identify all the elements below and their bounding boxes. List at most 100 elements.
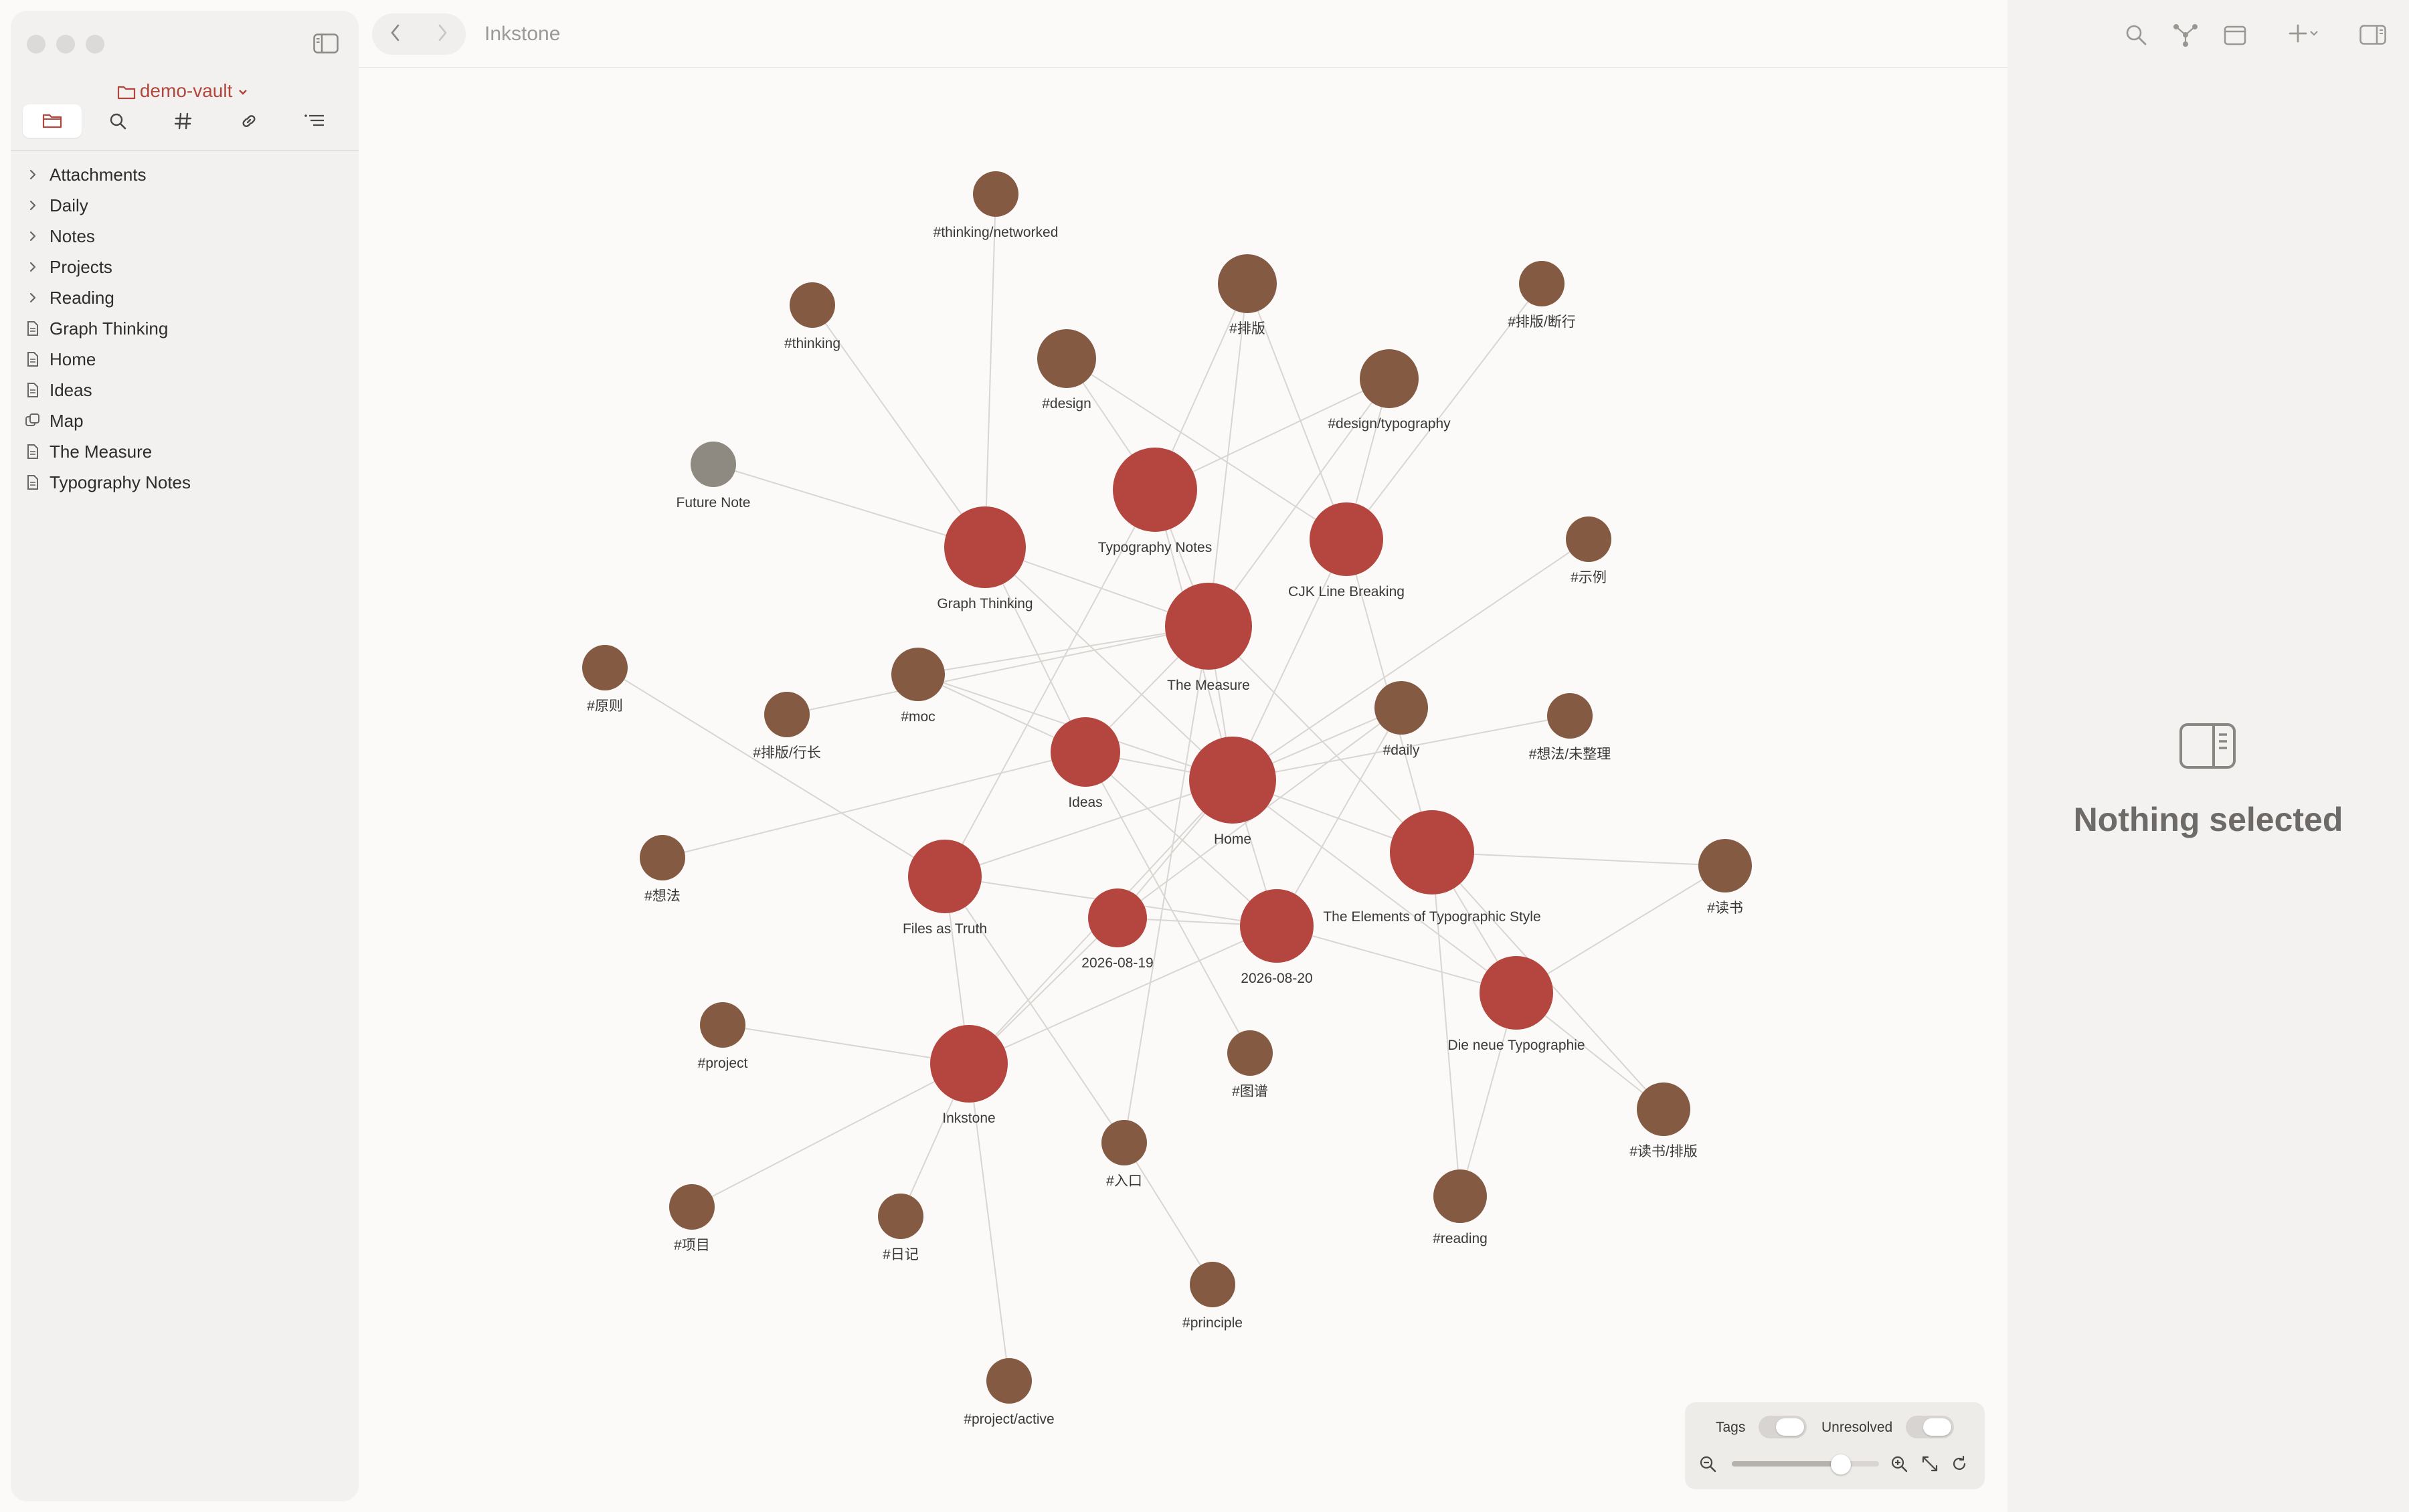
folder-item[interactable]: Attachments [24,159,345,190]
graph-node-circle[interactable] [1566,516,1611,562]
graph-node-shili[interactable]: #示例 [1566,516,1611,585]
graph-node-d0820[interactable]: 2026-08-20 [1240,889,1314,986]
graph-node-circle[interactable] [1480,956,1553,1030]
graph-node-circle[interactable] [1165,583,1252,670]
zoom-out-icon[interactable] [1697,1453,1718,1475]
graph-node-circle[interactable] [1227,1030,1273,1076]
zoom-slider-thumb[interactable] [1830,1454,1851,1475]
graph-node-paiban-hangchang[interactable]: #排版/行长 [753,692,821,761]
graph-node-circle[interactable] [691,442,736,487]
graph-node-project-active[interactable]: #project/active [964,1358,1055,1427]
new-note-menu-button[interactable] [2282,20,2325,50]
graph-node-circle[interactable] [700,1002,745,1048]
graph-node-circle[interactable] [1310,502,1383,576]
graph-node-circle[interactable] [1189,737,1276,824]
graph-node-circle[interactable] [582,645,628,690]
vault-switcher[interactable]: demo-vault [11,78,359,104]
graph-node-daily[interactable]: #daily [1374,681,1428,758]
graph-node-circle[interactable] [944,506,1026,588]
graph-node-thinking-networked[interactable]: #thinking/networked [933,171,1059,240]
file-item[interactable]: Ideas [24,375,345,405]
unresolved-toggle[interactable] [1906,1416,1954,1438]
back-button[interactable] [375,13,416,55]
folder-item[interactable]: Reading [24,282,345,313]
graph-node-reading[interactable]: #reading [1433,1169,1488,1246]
graph-node-dushu-paiban[interactable]: #读书/排版 [1629,1082,1698,1159]
graph-node-yuanze[interactable]: #原则 [582,645,628,714]
graph-node-d0819[interactable]: 2026-08-19 [1081,888,1154,971]
tab-files[interactable] [23,104,82,138]
graph-node-circle[interactable] [790,282,835,328]
graph-node-home[interactable]: Home [1189,737,1276,847]
graph-node-circle[interactable] [1360,349,1419,408]
graph-node-die-neue[interactable]: Die neue Typographie [1447,956,1585,1053]
graph-node-rukou[interactable]: #入口 [1101,1120,1147,1189]
folder-item[interactable]: Daily [24,190,345,221]
graph-node-xiangfa-weizhengli[interactable]: #想法/未整理 [1529,693,1611,762]
graph-node-circle[interactable] [1113,448,1197,532]
graph-node-circle[interactable] [1037,329,1096,388]
window-close-button[interactable] [27,35,46,54]
file-item[interactable]: Typography Notes [24,467,345,498]
graph-node-graph-thinking[interactable]: Graph Thinking [937,506,1033,611]
tab-outline[interactable] [285,104,344,138]
graph-node-circle[interactable] [1519,261,1565,306]
tab-search[interactable] [88,104,147,138]
right-panel-toggle-icon[interactable] [2358,20,2388,50]
tab-links[interactable] [219,104,278,138]
graph-node-circle[interactable] [1547,693,1593,739]
graph-node-circle[interactable] [1218,254,1277,313]
tab-tags[interactable] [154,104,213,138]
zoom-in-icon[interactable] [1888,1453,1910,1475]
graph-node-circle[interactable] [1101,1120,1147,1165]
file-item[interactable]: The Measure [24,436,345,467]
graph-node-circle[interactable] [891,648,945,701]
graph-node-moc[interactable]: #moc [891,648,945,725]
graph-node-design[interactable]: #design [1037,329,1096,411]
graph-node-project[interactable]: #project [698,1002,748,1071]
folder-item[interactable]: Projects [24,252,345,282]
graph-node-circle[interactable] [1433,1169,1487,1223]
graph-node-the-measure[interactable]: The Measure [1165,583,1252,693]
graph-view[interactable]: #thinking/networked #thinking #排版 #排版/断行 #de… [359,68,2008,1512]
graph-node-cjk-line-breaking[interactable]: CJK Line Breaking [1288,502,1405,599]
graph-node-tupu[interactable]: #图谱 [1227,1030,1273,1099]
tags-toggle[interactable] [1759,1416,1807,1438]
graph-node-circle[interactable] [1240,889,1314,963]
graph-node-thinking[interactable]: #thinking [784,282,840,351]
reset-layout-icon[interactable] [1949,1453,1970,1475]
graph-node-circle[interactable] [1390,810,1474,894]
graph-node-typography-notes[interactable]: Typography Notes [1098,448,1212,555]
calendar-icon[interactable] [2220,20,2250,50]
search-icon[interactable] [2121,20,2151,50]
graph-icon[interactable] [2171,20,2200,50]
graph-node-future-note[interactable]: Future Note [677,442,751,510]
graph-node-circle[interactable] [908,840,982,913]
forward-button[interactable] [422,13,463,55]
file-item[interactable]: Map [24,405,345,436]
window-zoom-button[interactable] [86,35,104,54]
fit-to-view-icon[interactable] [1919,1453,1941,1475]
graph-node-circle[interactable] [764,692,810,737]
graph-node-files-as-truth[interactable]: Files as Truth [903,840,987,937]
graph-node-circle[interactable] [930,1025,1008,1103]
file-item[interactable]: Home [24,344,345,375]
graph-node-circle[interactable] [986,1358,1032,1404]
graph-node-principle[interactable]: #principle [1182,1262,1243,1331]
sidebar-toggle-icon[interactable] [313,33,339,54]
graph-node-circle[interactable] [1088,888,1147,947]
graph-node-xiangfa[interactable]: #想法 [640,835,685,904]
window-minimize-button[interactable] [56,35,75,54]
graph-node-riji[interactable]: #日记 [878,1194,923,1262]
graph-node-circle[interactable] [1698,839,1752,892]
graph-node-paiban[interactable]: #排版 [1218,254,1277,337]
graph-node-circle[interactable] [640,835,685,880]
graph-node-circle[interactable] [878,1194,923,1239]
graph-node-circle[interactable] [1374,681,1428,735]
graph-node-circle[interactable] [669,1184,715,1230]
graph-node-inkstone[interactable]: Inkstone [930,1025,1008,1126]
zoom-slider[interactable] [1732,1454,1879,1475]
graph-node-circle[interactable] [1051,717,1120,787]
file-item[interactable]: Graph Thinking [24,313,345,344]
graph-node-dushu[interactable]: #读书 [1698,839,1752,916]
